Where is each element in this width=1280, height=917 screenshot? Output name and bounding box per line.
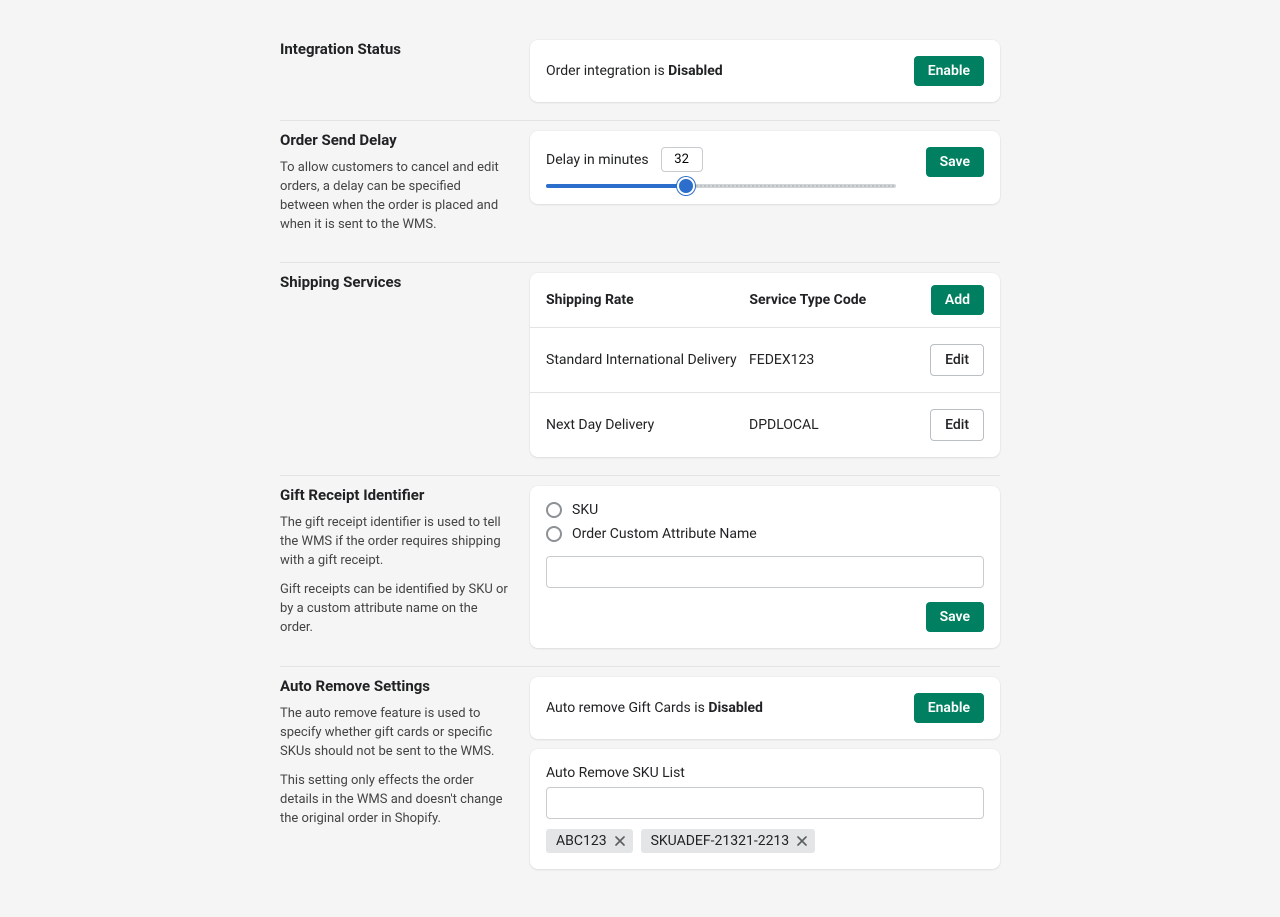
section-integration-status: Integration Status Order integration is …: [280, 30, 1000, 121]
gift-save-button[interactable]: Save: [926, 602, 984, 632]
auto-remove-status-value: Disabled: [708, 700, 763, 716]
shipping-col-rate: Shipping Rate: [546, 292, 749, 308]
delay-minutes-input[interactable]: [661, 147, 703, 172]
radio-icon: [546, 526, 562, 542]
auto-remove-title: Auto Remove Settings: [280, 677, 512, 695]
integration-status-text: Order integration is Disabled: [546, 63, 723, 79]
delay-save-button[interactable]: Save: [926, 147, 984, 177]
sku-tag-label: ABC123: [556, 833, 607, 849]
shipping-rate-value: Next Day Delivery: [546, 417, 749, 433]
auto-remove-sku-label: Auto Remove SKU List: [546, 765, 984, 781]
gift-radio-sku[interactable]: SKU: [546, 502, 984, 518]
shipping-row: Standard International DeliveryFEDEX123E…: [530, 328, 1000, 393]
auto-remove-giftcards-card: Auto remove Gift Cards is Disabled Enabl…: [530, 677, 1000, 739]
auto-remove-desc1: The auto remove feature is used to speci…: [280, 705, 512, 762]
radio-icon: [546, 502, 562, 518]
shipping-add-button[interactable]: Add: [931, 285, 984, 315]
auto-remove-status-text: Auto remove Gift Cards is Disabled: [546, 700, 763, 716]
gift-receipt-desc1: The gift receipt identifier is used to t…: [280, 514, 512, 571]
sku-tag: SKUADEF-21321-2213: [641, 829, 816, 853]
gift-receipt-title: Gift Receipt Identifier: [280, 486, 512, 504]
integration-status-card: Order integration is Disabled Enable: [530, 40, 1000, 102]
delay-slider[interactable]: [546, 184, 896, 188]
integration-status-value: Disabled: [668, 63, 723, 79]
order-send-delay-card: Delay in minutes Save: [530, 131, 1000, 204]
shipping-col-code: Service Type Code: [749, 292, 931, 308]
enable-integration-button[interactable]: Enable: [914, 56, 984, 86]
auto-remove-desc2: This setting only effects the order deta…: [280, 772, 512, 829]
shipping-code-value: DPDLOCAL: [749, 417, 930, 433]
shipping-row: Next Day DeliveryDPDLOCALEdit: [530, 393, 1000, 457]
auto-remove-enable-button[interactable]: Enable: [914, 693, 984, 723]
integration-status-prefix: Order integration is: [546, 63, 668, 79]
gift-radio-sku-label: SKU: [572, 502, 598, 518]
order-send-delay-title: Order Send Delay: [280, 131, 512, 149]
remove-tag-icon[interactable]: [795, 834, 809, 848]
integration-status-title: Integration Status: [280, 40, 512, 58]
auto-remove-sku-input[interactable]: [546, 787, 984, 819]
order-send-delay-desc: To allow customers to cancel and edit or…: [280, 159, 512, 234]
sku-tag: ABC123: [546, 829, 633, 853]
remove-tag-icon[interactable]: [613, 834, 627, 848]
gift-radio-attribute[interactable]: Order Custom Attribute Name: [546, 526, 984, 542]
section-auto-remove: Auto Remove Settings The auto remove fea…: [280, 667, 1000, 887]
gift-receipt-card: SKU Order Custom Attribute Name Save: [530, 486, 1000, 648]
section-gift-receipt: Gift Receipt Identifier The gift receipt…: [280, 476, 1000, 667]
gift-identifier-input[interactable]: [546, 556, 984, 588]
auto-remove-status-prefix: Auto remove Gift Cards is: [546, 700, 708, 716]
gift-receipt-desc2: Gift receipts can be identified by SKU o…: [280, 581, 512, 638]
section-shipping-services: Shipping Services Shipping Rate Service …: [280, 263, 1000, 476]
shipping-code-value: FEDEX123: [749, 352, 930, 368]
auto-remove-sku-card: Auto Remove SKU List ABC123 SKUADEF-21321…: [530, 749, 1000, 869]
shipping-rate-value: Standard International Delivery: [546, 352, 749, 368]
section-order-send-delay: Order Send Delay To allow customers to c…: [280, 121, 1000, 263]
shipping-edit-button[interactable]: Edit: [930, 344, 984, 376]
shipping-edit-button[interactable]: Edit: [930, 409, 984, 441]
auto-remove-sku-tags: ABC123 SKUADEF-21321-2213: [546, 829, 984, 853]
shipping-services-title: Shipping Services: [280, 273, 512, 291]
sku-tag-label: SKUADEF-21321-2213: [651, 833, 790, 849]
delay-label: Delay in minutes: [546, 152, 649, 168]
shipping-services-card: Shipping Rate Service Type Code Add Stan…: [530, 273, 1000, 457]
gift-radio-attribute-label: Order Custom Attribute Name: [572, 526, 757, 542]
